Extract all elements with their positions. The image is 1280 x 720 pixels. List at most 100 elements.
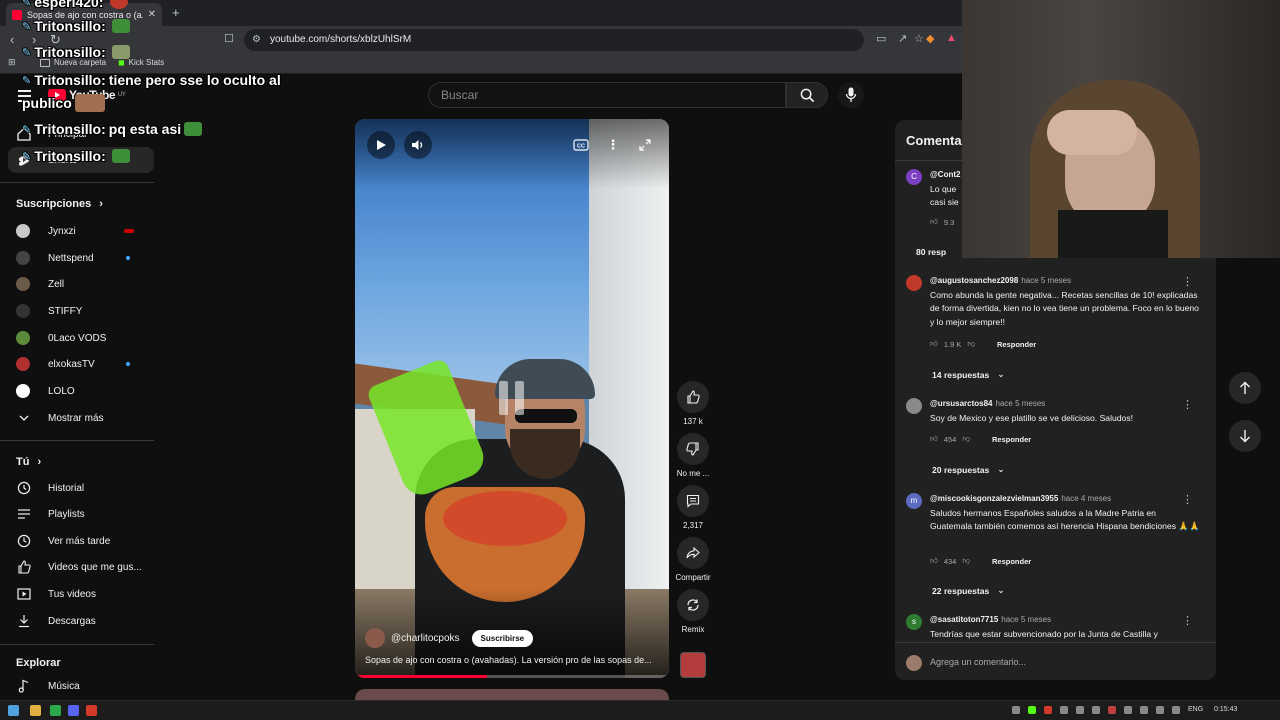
language-indicator[interactable]: ENG xyxy=(1188,706,1203,713)
comment-avatar[interactable] xyxy=(906,275,922,291)
replies-toggle[interactable]: 80 resp xyxy=(916,247,946,257)
comment-author[interactable]: @augustosanchez2098 hace 5 meses xyxy=(930,276,1071,285)
sidebar-channel[interactable]: Zell xyxy=(16,271,152,297)
chat-username: Tritonsillo: xyxy=(34,148,106,164)
replies-toggle[interactable]: 14 respuestas ⌄ xyxy=(932,369,1005,380)
thumbs-up-icon[interactable]: 👍︎ xyxy=(930,217,938,227)
subscribe-button[interactable]: Suscribirse xyxy=(471,629,534,647)
previous-short-button[interactable] xyxy=(1229,372,1261,404)
comment-avatar[interactable]: m xyxy=(906,493,922,509)
tray-icon[interactable] xyxy=(1108,706,1116,714)
thumbs-down-icon[interactable]: 👎︎ xyxy=(962,556,970,566)
you-header[interactable]: Tú › xyxy=(16,456,41,468)
sound-source-thumbnail[interactable] xyxy=(680,652,706,678)
volume-button[interactable] xyxy=(404,131,432,159)
thumbs-down-icon[interactable]: 👎︎ xyxy=(967,339,975,349)
close-tab-icon[interactable]: ✕ xyxy=(148,9,156,20)
add-comment-input[interactable]: Agrega un comentario... xyxy=(930,657,1026,667)
channel-avatar xyxy=(16,224,30,238)
comment-author[interactable]: @miscookisgonzalezvielman3955 hace 4 mese… xyxy=(930,494,1111,503)
tray-icon[interactable] xyxy=(1124,706,1132,714)
thumbs-up-icon[interactable]: 👍︎ xyxy=(930,339,938,349)
share-button[interactable]: Compartir xyxy=(675,537,711,582)
sidebar-item-watch-later[interactable]: Ver más tarde xyxy=(16,528,152,554)
show-more-button[interactable]: Mostrar más xyxy=(16,405,152,431)
tray-icon[interactable] xyxy=(1044,706,1052,714)
play-button[interactable] xyxy=(367,131,395,159)
new-tab-button[interactable]: + xyxy=(172,5,180,20)
comment-author[interactable]: @ursusarctos84 hace 5 meses xyxy=(930,399,1045,408)
app-icon[interactable] xyxy=(50,705,61,716)
extension-alert-icon[interactable]: ▲ xyxy=(946,32,957,44)
sidebar-item-playlists[interactable]: Playlists xyxy=(16,501,152,527)
start-icon[interactable] xyxy=(8,705,19,716)
captions-button[interactable]: CC xyxy=(567,131,595,159)
search-button[interactable] xyxy=(786,82,828,108)
thumbs-up-icon[interactable]: 👍︎ xyxy=(930,556,938,566)
subscriptions-header[interactable]: Suscripciones › xyxy=(16,198,103,210)
tray-icon[interactable] xyxy=(1140,706,1148,714)
comment-author[interactable]: @Cont2 xyxy=(930,170,960,179)
sidebar-channel[interactable]: STIFFY xyxy=(16,298,152,324)
fullscreen-button[interactable] xyxy=(631,131,659,159)
video-title[interactable]: Sopas de ajo con costra o (avahadas). La… xyxy=(365,655,661,665)
dislike-label: No me ... xyxy=(676,469,710,478)
volume-tray-icon[interactable] xyxy=(1172,706,1180,714)
tray-icon[interactable] xyxy=(1060,706,1068,714)
star-icon[interactable]: ☆ xyxy=(914,32,924,45)
shorts-video-player[interactable]: CC ⋮ @charlitocpoks Suscribirse Sopas de… xyxy=(355,119,669,678)
reply-button[interactable]: Responder xyxy=(997,340,1036,349)
back-icon[interactable]: ‹ xyxy=(10,32,14,47)
browser-icon[interactable] xyxy=(86,705,97,716)
thumbs-up-icon[interactable]: 👍︎ xyxy=(930,434,938,444)
tray-icon[interactable] xyxy=(1028,706,1036,714)
sidebar-item-downloads[interactable]: Descargas xyxy=(16,608,152,634)
comment-menu-icon[interactable]: ⋮ xyxy=(1182,275,1193,288)
comments-button[interactable]: 2,317 xyxy=(675,485,711,530)
sidebar-channel[interactable]: Nettspend xyxy=(16,245,152,271)
comment-menu-icon[interactable]: ⋮ xyxy=(1182,493,1193,506)
thumbs-down-icon[interactable]: 👎︎ xyxy=(962,434,970,444)
comment-author[interactable]: @sasatitoton7715 hace 5 meses xyxy=(930,615,1051,624)
comment-menu-icon[interactable]: ⋮ xyxy=(1182,398,1193,411)
tray-icon[interactable] xyxy=(1076,706,1084,714)
reply-button[interactable]: Responder xyxy=(992,557,1031,566)
cast-icon[interactable]: ▭ xyxy=(876,32,886,45)
bookmark-icon[interactable]: ☐ xyxy=(224,32,234,45)
sidebar-channel[interactable]: LOLO xyxy=(16,378,152,404)
comment-avatar[interactable]: C xyxy=(906,169,922,185)
sidebar-channel[interactable]: elxokasTV xyxy=(16,351,152,377)
video-progress-bar[interactable] xyxy=(355,675,669,678)
site-info-icon[interactable]: ⚙ xyxy=(252,29,261,51)
reply-button[interactable]: Responder xyxy=(992,435,1031,444)
sidebar-item-music[interactable]: Música xyxy=(16,673,152,699)
search-input[interactable]: Buscar xyxy=(428,82,786,108)
file-explorer-icon[interactable] xyxy=(30,705,41,716)
remix-button[interactable]: Remix xyxy=(675,589,711,634)
comment-menu-icon[interactable]: ⋮ xyxy=(1182,614,1193,627)
apps-grid-icon[interactable]: ⊞ xyxy=(8,57,16,68)
replies-toggle[interactable]: 20 respuestas ⌄ xyxy=(932,464,1005,475)
like-button[interactable]: 137 k xyxy=(675,381,711,426)
dislike-button[interactable]: No me ... xyxy=(675,433,711,478)
url-field[interactable]: ⚙ youtube.com/shorts/xblzUhlSrM xyxy=(244,29,864,51)
tray-icon[interactable] xyxy=(1092,706,1100,714)
comment-avatar[interactable] xyxy=(906,398,922,414)
sidebar-item-your-videos[interactable]: Tus videos xyxy=(16,581,152,607)
channel-handle[interactable]: @charlitocpoks xyxy=(391,633,460,644)
clock[interactable]: 0:15:43 xyxy=(1214,706,1237,713)
comment-avatar[interactable]: s xyxy=(906,614,922,630)
extension-icon[interactable]: ◆ xyxy=(926,32,934,45)
sidebar-item-liked-videos[interactable]: Videos que me gus... xyxy=(16,554,152,580)
replies-toggle[interactable]: 22 respuestas ⌄ xyxy=(932,585,1005,596)
voice-search-button[interactable] xyxy=(838,82,864,108)
channel-avatar[interactable] xyxy=(365,628,385,648)
share-page-icon[interactable]: ↗ xyxy=(898,32,907,45)
sidebar-item-historial[interactable]: Historial xyxy=(16,475,152,501)
discord-icon[interactable] xyxy=(68,705,79,716)
tray-icon[interactable] xyxy=(1012,706,1020,714)
next-short-button[interactable] xyxy=(1229,420,1261,452)
sidebar-channel[interactable]: 0Laco VODS xyxy=(16,325,152,351)
wifi-icon[interactable] xyxy=(1156,706,1164,714)
more-options-button[interactable]: ⋮ xyxy=(599,131,627,159)
